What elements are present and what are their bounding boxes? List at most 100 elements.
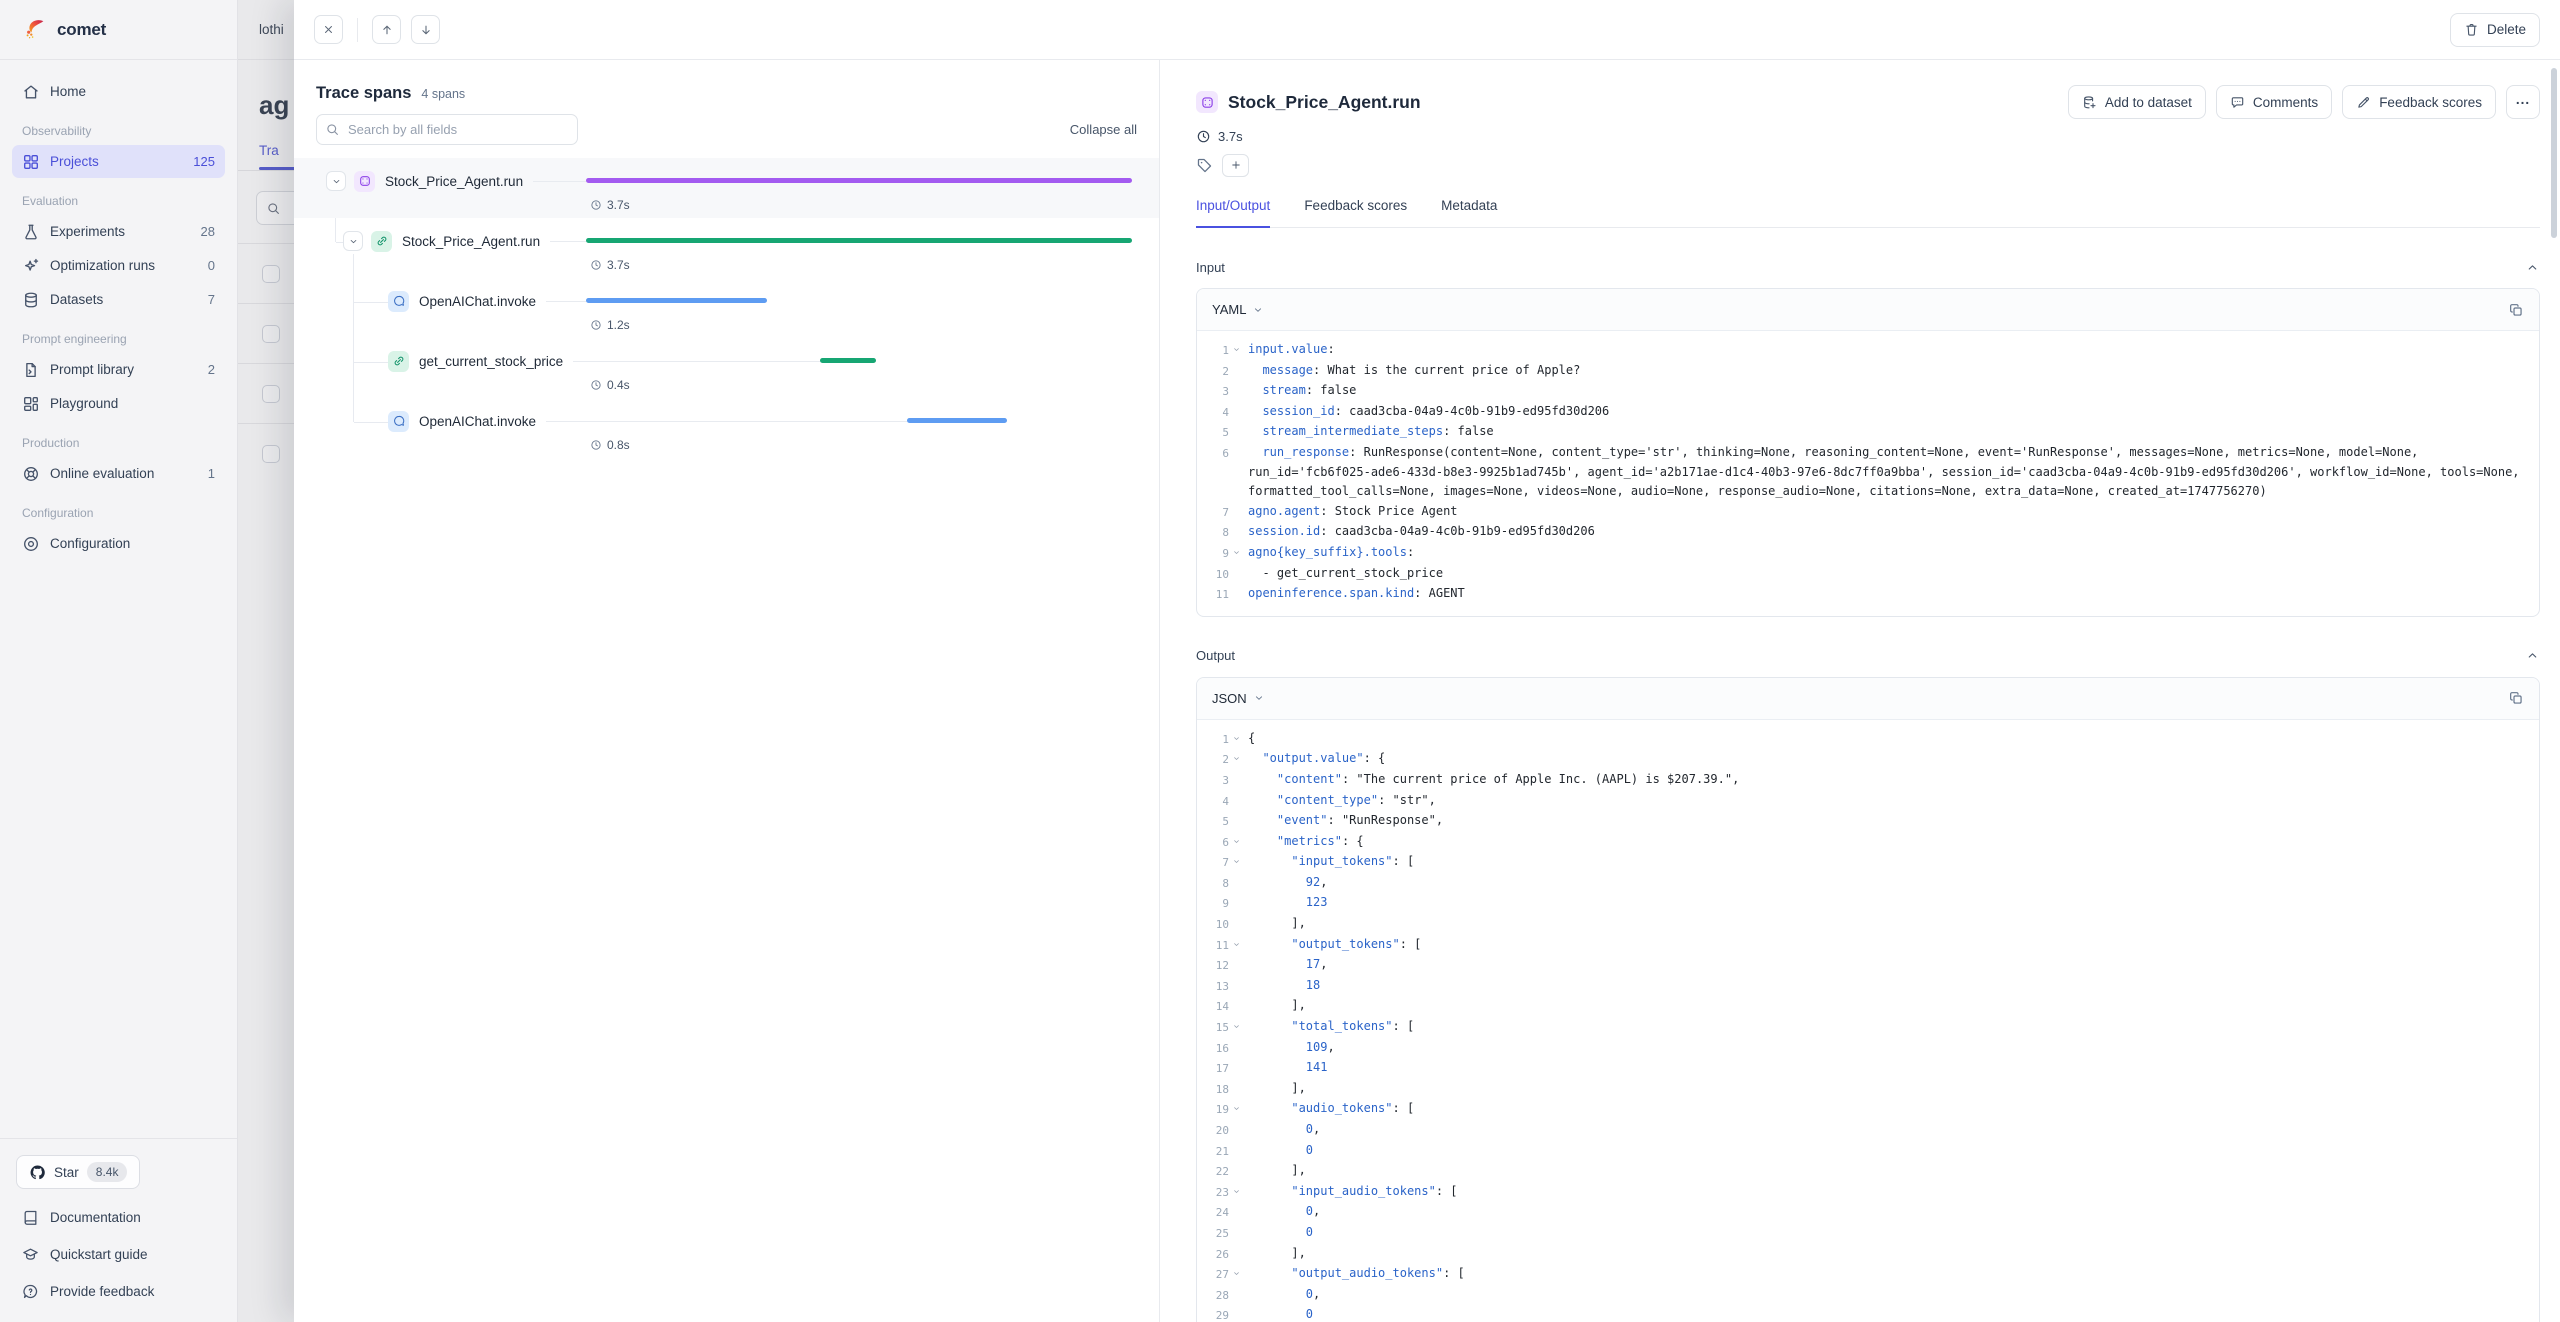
- output-code-box: JSON 1{2 "output.value": {3 "content": "…: [1196, 677, 2540, 1322]
- span-row-stock-price-agent-run[interactable]: Stock_Price_Agent.run3.7s: [294, 218, 1159, 278]
- code-content: agno{key_suffix}.tools:: [1248, 543, 2525, 564]
- span-search-input[interactable]: [316, 114, 578, 145]
- output-format-select[interactable]: JSON: [1212, 691, 1265, 706]
- collapse-chevron-button[interactable]: [326, 171, 346, 191]
- timeline-connector: [573, 361, 586, 362]
- delete-button[interactable]: Delete: [2450, 13, 2540, 47]
- trace-drawer: Delete Trace spans 4 spans Collapse all …: [294, 0, 2560, 1322]
- timeline-track: [586, 409, 1132, 433]
- previous-trace-button[interactable]: [372, 15, 401, 44]
- collapse-chevron-button[interactable]: [343, 231, 363, 251]
- ellipsis-icon: ...: [2516, 92, 2530, 113]
- fold-spacer: [1229, 811, 1243, 832]
- row-checkbox[interactable]: [262, 325, 280, 343]
- tab-input-output[interactable]: Input/Output: [1196, 198, 1270, 228]
- fold-chevron-icon[interactable]: [1229, 1099, 1243, 1120]
- code-content: openinference.span.kind: AGENT: [1248, 584, 2525, 605]
- format-label: YAML: [1212, 302, 1246, 317]
- clock-icon: [590, 199, 602, 211]
- row-checkbox[interactable]: [262, 385, 280, 403]
- feedback-scores-button[interactable]: Feedback scores: [2342, 85, 2496, 119]
- scrollbar[interactable]: [2551, 68, 2557, 238]
- tab-metadata[interactable]: Metadata: [1441, 198, 1497, 228]
- fold-spacer: [1229, 1244, 1243, 1265]
- fold-chevron-icon[interactable]: [1229, 729, 1243, 750]
- collapse-all-button[interactable]: Collapse all: [1070, 122, 1137, 137]
- sidebar-item-prompt-library[interactable]: Prompt library2: [12, 353, 225, 386]
- span-row-stock-price-agent-run[interactable]: Stock_Price_Agent.run3.7s: [294, 158, 1159, 218]
- span-name: get_current_stock_price: [419, 354, 563, 369]
- code-content: session_id: caad3cba-04a9-4c0b-91b9-ed95…: [1248, 402, 2525, 423]
- sidebar-item-label: Experiments: [50, 224, 191, 239]
- row-checkbox[interactable]: [262, 265, 280, 283]
- sidebar-item-projects[interactable]: Projects125: [12, 145, 225, 178]
- code-content: 0,: [1248, 1285, 2525, 1306]
- fold-chevron-icon[interactable]: [1229, 1017, 1243, 1038]
- sidebar-link-documentation[interactable]: Documentation: [16, 1199, 221, 1236]
- code-line: 11 "output_tokens": [: [1205, 935, 2525, 956]
- code-line: 3 "content": "The current price of Apple…: [1205, 770, 2525, 791]
- span-row-openaichat-invoke[interactable]: OpenAIChat.invoke0.8s: [294, 398, 1159, 458]
- fold-chevron-icon[interactable]: [1229, 749, 1243, 770]
- fold-spacer: [1229, 955, 1243, 976]
- sidebar-item-experiments[interactable]: Experiments28: [12, 215, 225, 248]
- add-to-dataset-button[interactable]: Add to dataset: [2068, 85, 2206, 119]
- fold-chevron-icon[interactable]: [1229, 1182, 1243, 1203]
- code-content: "event": "RunResponse",: [1248, 811, 2525, 832]
- sidebar-item-datasets[interactable]: Datasets7: [12, 283, 225, 316]
- add-tag-button[interactable]: [1222, 154, 1249, 177]
- line-number: 26: [1205, 1244, 1229, 1265]
- sidebar-footer: Star 8.4k DocumentationQuickstart guideP…: [0, 1138, 237, 1322]
- code-line: 17 141: [1205, 1058, 2525, 1079]
- sidebar-section-label: Observability: [22, 124, 215, 138]
- input-code-box: YAML 1input.value:2 message: What is the…: [1196, 288, 2540, 617]
- database-icon: [22, 291, 40, 309]
- tab-feedback-scores[interactable]: Feedback scores: [1304, 198, 1407, 228]
- more-actions-button[interactable]: ...: [2506, 85, 2540, 119]
- code-line: 2 message: What is the current price of …: [1205, 361, 2525, 382]
- comet-logo[interactable]: comet: [0, 0, 237, 60]
- code-line: 29 0: [1205, 1305, 2525, 1322]
- span-row-get-current-stock-price[interactable]: get_current_stock_price0.4s: [294, 338, 1159, 398]
- sidebar-item-home[interactable]: Home: [12, 75, 225, 108]
- output-section-header[interactable]: Output: [1196, 647, 2540, 665]
- sidebar-item-optimization-runs[interactable]: Optimization runs0: [12, 249, 225, 282]
- row-checkbox[interactable]: [262, 445, 280, 463]
- sidebar-link-provide-feedback[interactable]: Provide feedback: [16, 1273, 221, 1310]
- span-row-openaichat-invoke[interactable]: OpenAIChat.invoke1.2s: [294, 278, 1159, 338]
- github-star-button[interactable]: Star 8.4k: [16, 1155, 140, 1189]
- sidebar-item-configuration[interactable]: Configuration: [12, 527, 225, 560]
- timeline-connector: [546, 301, 586, 302]
- duration-bar: [820, 358, 876, 363]
- fold-chevron-icon[interactable]: [1229, 1264, 1243, 1285]
- fold-spacer: [1229, 1285, 1243, 1306]
- code-content: "audio_tokens": [: [1248, 1099, 2525, 1120]
- fold-chevron-icon[interactable]: [1229, 543, 1243, 564]
- copy-icon[interactable]: [2508, 302, 2524, 318]
- clock-icon: [1196, 129, 1211, 144]
- line-number: 11: [1205, 935, 1229, 956]
- arrow-up-icon: [380, 23, 394, 37]
- fold-spacer: [1229, 1202, 1243, 1223]
- agent-icon: [354, 171, 375, 192]
- next-trace-button[interactable]: [411, 15, 440, 44]
- sidebar-item-playground[interactable]: Playground: [12, 387, 225, 420]
- fold-chevron-icon[interactable]: [1229, 340, 1243, 361]
- sidebar-item-online-evaluation[interactable]: Online evaluation1: [12, 457, 225, 490]
- line-number: 16: [1205, 1038, 1229, 1059]
- sidebar-item-label: Optimization runs: [50, 258, 198, 273]
- layout-icon: [22, 395, 40, 413]
- input-section-header[interactable]: Input: [1196, 258, 2540, 276]
- comments-button[interactable]: Comments: [2216, 85, 2332, 119]
- close-button[interactable]: [314, 15, 343, 44]
- fold-chevron-icon[interactable]: [1229, 832, 1243, 853]
- input-format-select[interactable]: YAML: [1212, 302, 1264, 317]
- copy-icon[interactable]: [2508, 690, 2524, 706]
- fold-chevron-icon[interactable]: [1229, 935, 1243, 956]
- sidebar-link-quickstart-guide[interactable]: Quickstart guide: [16, 1236, 221, 1273]
- code-line: 5 "event": "RunResponse",: [1205, 811, 2525, 832]
- fold-spacer: [1229, 522, 1243, 543]
- code-content: 0: [1248, 1223, 2525, 1244]
- span-duration: 1.2s: [607, 318, 630, 332]
- fold-chevron-icon[interactable]: [1229, 852, 1243, 873]
